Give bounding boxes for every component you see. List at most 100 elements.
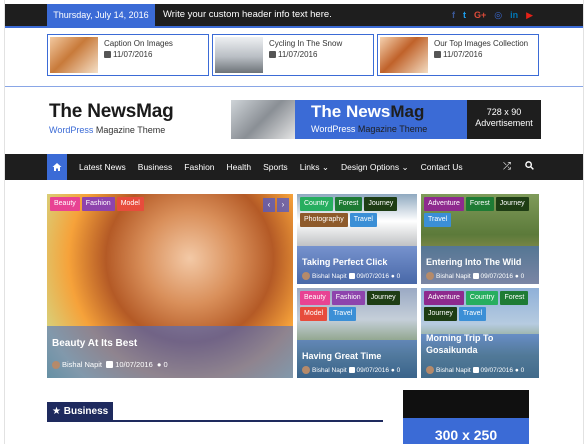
shuffle-icon[interactable]: ⤮ (503, 154, 511, 180)
calendar-icon (348, 367, 355, 373)
post-title[interactable]: Entering Into The Wild (426, 256, 521, 268)
comment-count: 0 (520, 273, 525, 280)
category-tag[interactable]: Photography (300, 213, 348, 227)
post-author[interactable]: Bishal Napit (312, 273, 347, 280)
category-tag[interactable]: Travel (424, 213, 452, 227)
nav-menu: Latest News Business Fashion Health Sports Li… (73, 154, 469, 180)
instagram-icon[interactable]: ◎ (494, 4, 502, 26)
post-date: 10/07/2016 (115, 360, 153, 369)
header-banner-ad[interactable]: The NewsMag WordPress Magazine Theme 728… (231, 100, 541, 139)
category-tag[interactable]: Journey (366, 291, 400, 305)
nav-item[interactable]: Latest News (73, 154, 132, 180)
banner-name-suffix: Mag (390, 102, 425, 121)
post-tags: Beauty Fashion Journey Model Travel (300, 291, 417, 321)
featured-post[interactable]: Cycling In The Snow 11/07/2016 (212, 34, 374, 76)
calendar-icon (106, 361, 114, 368)
hero-post[interactable]: Country Forest Journey Photography Travel Tak… (297, 194, 417, 284)
facebook-icon[interactable]: f (452, 4, 455, 26)
featured-thumbnail[interactable] (50, 37, 98, 73)
next-arrow-icon[interactable]: › (277, 198, 289, 212)
category-tag[interactable]: Travel (349, 213, 377, 227)
twitter-icon[interactable]: t (463, 4, 466, 26)
post-meta: Bishal Napit 09/07/2016 ● 0 (302, 366, 400, 374)
nav-item[interactable]: Business (132, 154, 179, 180)
current-date: Thursday, July 14, 2016 (47, 4, 155, 26)
category-tag[interactable]: Fashion (81, 197, 115, 211)
banner-logo: The NewsMag WordPress Magazine Theme (295, 100, 467, 139)
category-tag[interactable]: Journey (424, 307, 457, 321)
comment-count: 0 (396, 367, 401, 374)
google-plus-icon[interactable]: G+ (474, 4, 486, 26)
section-title[interactable]: Business (64, 406, 108, 417)
calendar-icon (472, 273, 479, 279)
category-tag[interactable]: Fashion (331, 291, 365, 305)
post-date: 09/07/2016 (480, 367, 514, 374)
post-author[interactable]: Bishal Napit (312, 367, 347, 374)
post-author[interactable]: Bishal Napit (436, 367, 471, 374)
featured-title[interactable]: Caption On Images (104, 39, 173, 48)
category-tag[interactable]: Adventure (424, 291, 464, 305)
post-tags: Country Forest Journey Photography Travel (300, 197, 417, 227)
nav-item[interactable]: Contact Us (415, 154, 469, 180)
category-tag[interactable]: Travel (329, 307, 357, 321)
hero-post[interactable]: Adventure Country Forest Journey Travel Morni… (421, 288, 539, 378)
category-tag[interactable]: Journey (364, 197, 398, 211)
category-tag[interactable]: Model (300, 307, 328, 321)
category-tag[interactable]: Country (300, 197, 333, 211)
linkedin-icon[interactable]: in (510, 4, 518, 26)
post-title[interactable]: Taking Perfect Click (302, 256, 387, 268)
post-author[interactable]: Bishal Napit (62, 360, 102, 369)
hero-post[interactable]: Adventure Forest Journey Travel Entering Int… (421, 194, 539, 284)
category-tag[interactable]: Beauty (50, 197, 80, 211)
calendar-icon (472, 367, 479, 373)
home-button[interactable] (47, 154, 67, 180)
banner-tagline: WordPress (311, 124, 358, 134)
sidebar-ad[interactable]: 300 x 250 (403, 390, 529, 444)
category-tag[interactable]: Beauty (300, 291, 330, 305)
post-author[interactable]: Bishal Napit (436, 273, 471, 280)
nav-item[interactable]: Design Options ⌄ (335, 154, 415, 180)
youtube-icon[interactable]: ▶ (526, 4, 533, 26)
category-tag[interactable]: Forest (334, 197, 363, 211)
hero-slider: Beauty Fashion Model ‹ › Beauty At Its Bes… (47, 194, 539, 378)
post-date: 09/07/2016 (480, 273, 514, 280)
nav-item[interactable]: Sports (257, 154, 294, 180)
site-logo[interactable]: The NewsMag WordPress Magazine Theme (49, 101, 174, 135)
category-tag[interactable]: Journey (495, 197, 529, 211)
logo-name-suffix[interactable]: Mag (136, 101, 174, 122)
nav-item[interactable]: Fashion (178, 154, 220, 180)
featured-post[interactable]: Caption On Images 11/07/2016 (47, 34, 209, 76)
calendar-icon (434, 51, 441, 58)
logo-name[interactable]: The News (49, 101, 136, 122)
page-frame: Thursday, July 14, 2016 Write your custo… (4, 0, 584, 444)
post-meta: Bishal Napit 09/07/2016 ● 0 (426, 272, 524, 280)
hero-post[interactable]: Beauty Fashion Journey Model Travel Having Gr… (297, 288, 417, 378)
category-tag[interactable]: Forest (500, 291, 529, 305)
featured-title[interactable]: Our Top Images Collection (434, 39, 528, 48)
nav-item[interactable]: Health (221, 154, 258, 180)
comment-icon: ● (156, 360, 162, 369)
post-title[interactable]: Beauty At Its Best (52, 338, 137, 349)
post-title[interactable]: Morning Trip To Gosaikunda (426, 332, 526, 356)
home-icon (52, 163, 62, 171)
comment-count: 0 (396, 273, 401, 280)
post-title[interactable]: Having Great Time (302, 350, 381, 362)
section-label[interactable]: ★ Business (47, 402, 114, 422)
section-header-business: ★ Business (47, 402, 383, 422)
hero-main-post[interactable]: Beauty Fashion Model ‹ › Beauty At Its Bes… (47, 194, 293, 378)
category-tag[interactable]: Model (116, 197, 144, 211)
search-icon[interactable] (525, 154, 534, 180)
comment-icon: ● (390, 367, 395, 374)
category-tag[interactable]: Travel (458, 307, 487, 321)
prev-arrow-icon[interactable]: ‹ (263, 198, 275, 212)
featured-thumbnail[interactable] (215, 37, 263, 73)
hero-main-caption (47, 326, 293, 378)
ad-size-label: 300 x 250 (403, 418, 529, 444)
featured-post[interactable]: Our Top Images Collection 11/07/2016 (377, 34, 539, 76)
category-tag[interactable]: Forest (465, 197, 494, 211)
featured-thumbnail[interactable] (380, 37, 428, 73)
category-tag[interactable]: Adventure (424, 197, 464, 211)
category-tag[interactable]: Country (465, 291, 499, 305)
featured-title[interactable]: Cycling In The Snow (269, 39, 342, 48)
nav-item[interactable]: Links ⌄ (294, 154, 335, 180)
